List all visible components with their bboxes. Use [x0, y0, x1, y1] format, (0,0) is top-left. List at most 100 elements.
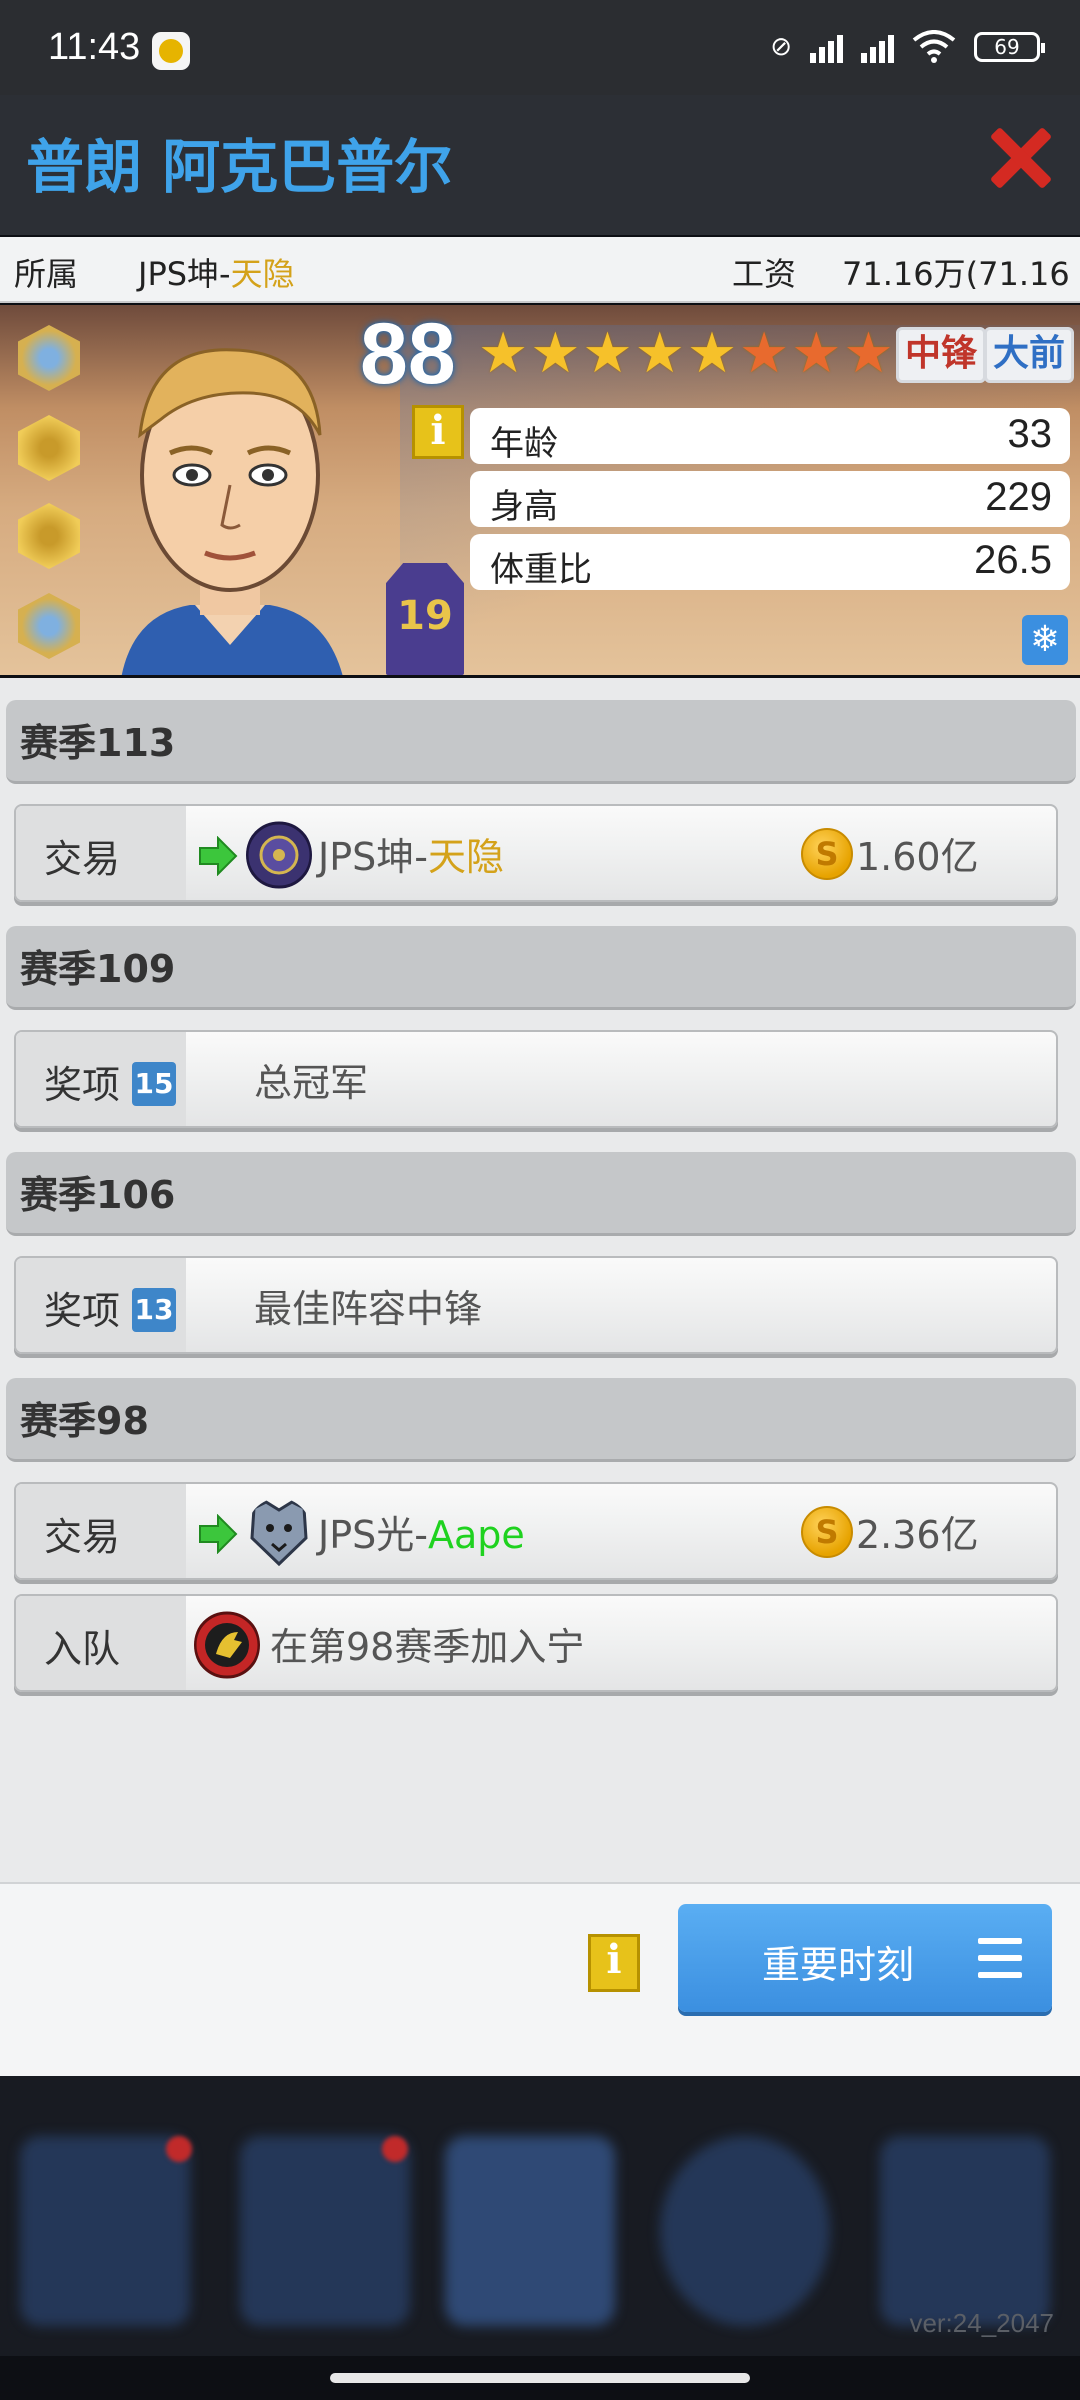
- star-icon: ★: [582, 321, 633, 386]
- entry-amount: 1.60亿: [856, 835, 979, 879]
- wifi-icon: [912, 30, 956, 63]
- eagle-logo-icon: [194, 1611, 260, 1679]
- player-info-row: 所属 JPS坤-天隐 工资 71.16万(71.16万): [0, 237, 1080, 339]
- history-entry-trade[interactable]: 交易 JPS坤-天隐 S 1.60亿: [14, 804, 1058, 902]
- history-entry-trade[interactable]: 交易 JPS光-Aape S 2.36亿: [14, 1482, 1058, 1580]
- arrow-right-icon: [199, 1514, 238, 1554]
- signal-2-icon: [861, 31, 894, 63]
- team-value: JPS坤-天隐: [138, 249, 295, 295]
- entry-team-name: 天隐: [427, 835, 504, 879]
- entry-text: 最佳阵容中锋: [254, 1287, 483, 1331]
- team-name: 天隐: [230, 255, 295, 293]
- player-rating: 88: [360, 306, 456, 402]
- player-card: 19 88 ★ ★ ★ ★ ★ ★ ★ ★ ★ 中锋 大前 i 年龄 33 身高…: [0, 305, 1080, 675]
- entry-text: 在第98赛季加入宁: [270, 1625, 585, 1669]
- key-moments-label: 重要时刻: [762, 1943, 915, 1987]
- info-icon[interactable]: i: [588, 1934, 640, 1992]
- key-moments-button[interactable]: 重要时刻: [678, 1904, 1052, 2012]
- star-icon: ★: [791, 321, 842, 386]
- nav-item-up-icon: [880, 2136, 1050, 2326]
- entry-team: JPS光-Aape: [318, 1504, 525, 1559]
- star-icon: ★: [530, 321, 581, 386]
- history-list: 赛季113 交易 JPS坤-天隐 S 1.60亿 赛季109 奖项 15 总冠军…: [0, 678, 1080, 1882]
- entry-amount: 2.36亿: [856, 1513, 979, 1557]
- entry-type: 奖项: [44, 1289, 121, 1333]
- entry-team-prefix: JPS光-: [318, 1513, 428, 1557]
- star-icon: ★: [478, 321, 529, 386]
- team-prefix: JPS坤-: [138, 255, 231, 293]
- jersey-icon: 19: [386, 563, 464, 675]
- bear-logo-icon: [250, 1500, 308, 1567]
- history-entry-award[interactable]: 奖项 15 总冠军: [14, 1030, 1058, 1128]
- season-header: 赛季109: [6, 926, 1076, 1010]
- season-header: 赛季113: [6, 700, 1076, 784]
- version-label: ver:24_2047: [909, 2308, 1054, 2338]
- signal-1-icon: [810, 31, 843, 63]
- notification-dot: [382, 2136, 408, 2162]
- skill-badge-1[interactable]: [18, 325, 80, 391]
- star-icon: ★: [739, 321, 790, 386]
- salary-label: 工资: [732, 255, 797, 293]
- status-time: 11:43: [48, 26, 141, 68]
- season-title: 赛季109: [20, 947, 176, 991]
- season-title: 赛季106: [20, 1173, 176, 1217]
- team-logo-icon: [246, 821, 312, 889]
- stat-value: 33: [1007, 412, 1053, 456]
- stat-row-age: 年龄 33: [470, 408, 1070, 464]
- player-name-title: 普朗 阿克巴普尔: [26, 133, 453, 201]
- star-icon: ★: [634, 321, 685, 386]
- nav-item-chat-icon: [660, 2136, 830, 2326]
- dialog-header: 普朗 阿克巴普尔: [0, 95, 1080, 235]
- entry-type: 入队: [44, 1627, 121, 1671]
- nav-item-yen-icon: [240, 2136, 410, 2326]
- skill-badge-3[interactable]: [18, 503, 80, 569]
- arrow-right-icon: [199, 836, 238, 876]
- season-header: 赛季106: [6, 1152, 1076, 1236]
- stat-label: 身高: [490, 487, 558, 527]
- skill-badge-4[interactable]: [18, 593, 80, 659]
- skill-badge-2[interactable]: [18, 415, 80, 481]
- position-tag-center[interactable]: 中锋: [896, 327, 987, 383]
- team-label: 所属: [14, 255, 79, 293]
- jersey-number: 19: [397, 593, 453, 639]
- nav-item-star-icon: [20, 2136, 190, 2326]
- season-title: 赛季98: [20, 1399, 149, 1443]
- player-portrait: [121, 348, 343, 675]
- stat-value: 26.5: [974, 538, 1052, 582]
- footer-panel: i 重要时刻: [0, 1882, 1080, 2076]
- menu-icon: [978, 1938, 1022, 1978]
- info-icon[interactable]: i: [412, 405, 464, 459]
- history-entry-join[interactable]: 入队 在第98赛季加入宁: [14, 1594, 1058, 1692]
- battery-icon: 69: [974, 32, 1045, 62]
- entry-team-name: Aape: [427, 1513, 525, 1557]
- star-icon: ★: [686, 321, 738, 386]
- coin-icon: S: [801, 1506, 853, 1558]
- entry-text: 总冠军: [254, 1061, 369, 1105]
- season-header: 赛季98: [6, 1378, 1076, 1462]
- app-notification-icon: [152, 32, 190, 70]
- entry-team-prefix: JPS坤-: [318, 835, 428, 879]
- stat-row-height: 身高 229: [470, 471, 1070, 527]
- award-count-badge: 13: [132, 1288, 176, 1332]
- entry-type: 奖项: [44, 1063, 121, 1107]
- star-rating: ★ ★ ★ ★ ★ ★ ★ ★ ★: [478, 323, 946, 385]
- stat-row-weight-ratio: 体重比 26.5: [470, 534, 1070, 590]
- stat-label: 年龄: [490, 424, 558, 464]
- award-count-badge: 15: [132, 1062, 176, 1106]
- snowflake-icon[interactable]: ❄: [1022, 615, 1068, 665]
- season-title: 赛季113: [20, 721, 176, 765]
- entry-type: 交易: [44, 1515, 121, 1559]
- bottom-navigation: ver:24_2047: [0, 2076, 1080, 2356]
- status-bar: 11:43 ⊘ 69: [0, 0, 1080, 95]
- coin-icon: S: [801, 828, 853, 880]
- entry-type: 交易: [44, 837, 121, 881]
- close-icon[interactable]: [988, 125, 1052, 189]
- position-tag-power-forward[interactable]: 大前: [984, 327, 1075, 383]
- home-indicator[interactable]: [330, 2373, 750, 2383]
- history-entry-award[interactable]: 奖项 13 最佳阵容中锋: [14, 1256, 1058, 1354]
- status-icons: ⊘ 69: [770, 30, 1045, 64]
- nav-item-court-icon: [445, 2136, 615, 2326]
- stat-value: 229: [985, 475, 1052, 519]
- vibrate-off-icon: ⊘: [770, 32, 792, 62]
- notification-dot: [166, 2136, 192, 2162]
